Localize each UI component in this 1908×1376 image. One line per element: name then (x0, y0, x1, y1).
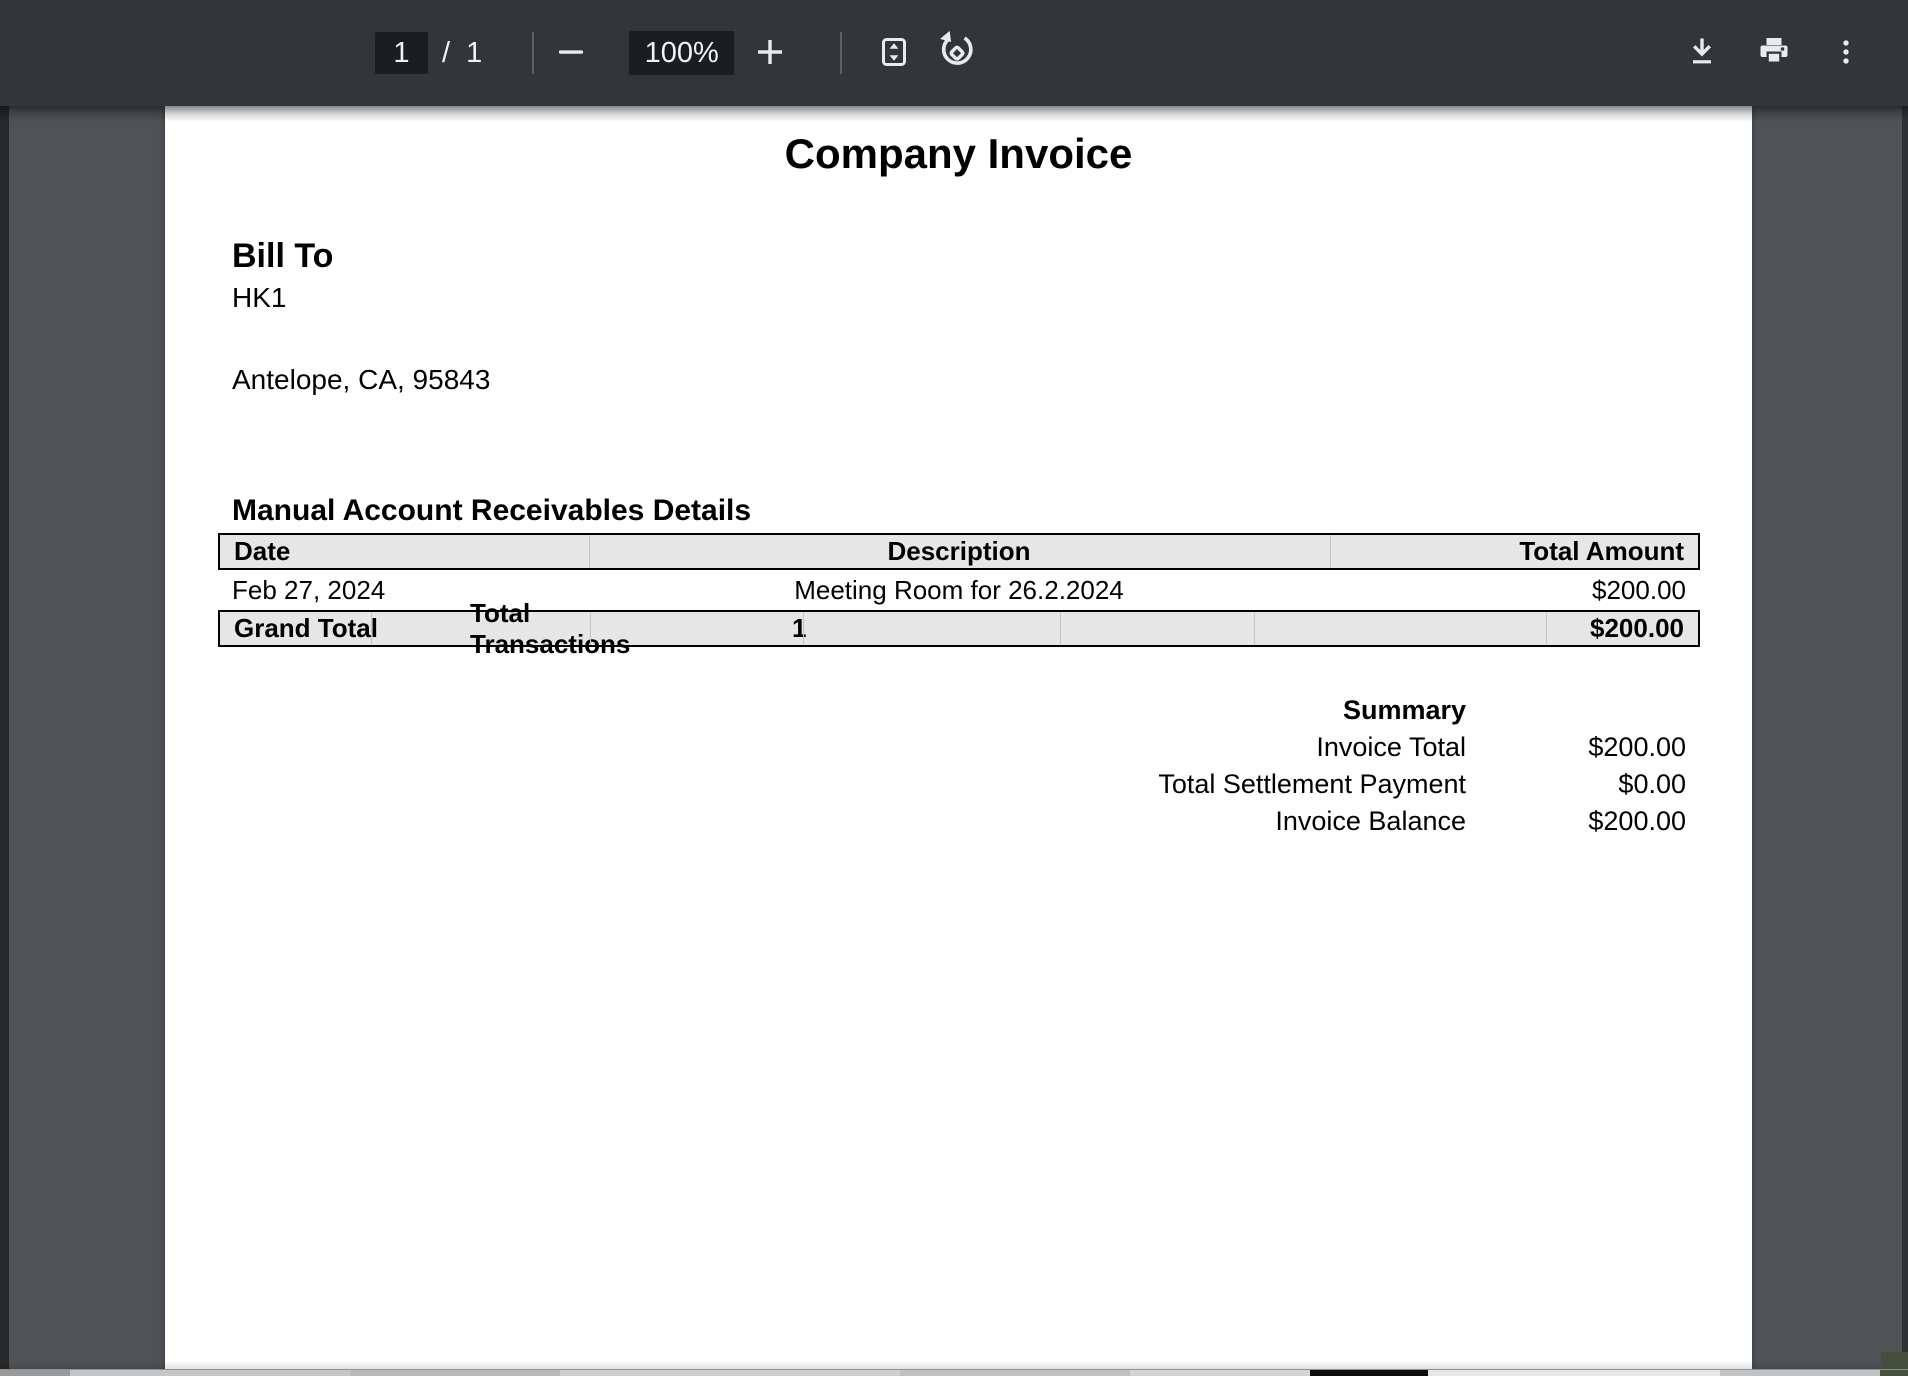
bill-to-section: Bill To HK1 Antelope, CA, 95843 (232, 236, 490, 400)
summary-row: Total Settlement Payment $0.00 (665, 766, 1686, 803)
viewer-left-edge (0, 106, 9, 1369)
bill-to-heading: Bill To (232, 236, 490, 277)
column-header-total-amount: Total Amount (1519, 535, 1684, 568)
summary-label: Total Settlement Payment (665, 769, 1466, 800)
download-icon (1682, 32, 1722, 75)
bill-to-address: Antelope, CA, 95843 (232, 359, 490, 400)
table-row: Feb 27, 2024 Meeting Room for 26.2.2024 … (218, 570, 1700, 610)
fit-page-button[interactable] (874, 33, 914, 73)
summary-heading-row: Summary (665, 692, 1686, 729)
more-options-button[interactable] (1826, 33, 1866, 73)
zoom-in-button[interactable] (750, 33, 790, 73)
summary-value: $200.00 (1466, 732, 1686, 763)
summary-value: $200.00 (1466, 806, 1686, 837)
document-viewport[interactable]: Company Invoice Bill To HK1 Antelope, CA… (0, 106, 1908, 1369)
page-count-separator: / (442, 37, 450, 70)
receivables-section-title: Manual Account Receivables Details (232, 494, 751, 528)
invoice-title: Company Invoice (165, 130, 1752, 178)
invoice-page: Company Invoice Bill To HK1 Antelope, CA… (165, 106, 1752, 1369)
print-button[interactable] (1754, 33, 1794, 73)
rotate-counterclockwise-button[interactable] (934, 30, 980, 76)
toolbar-action-buttons (1682, 0, 1866, 106)
pdf-viewer-window: / 1 100% (0, 0, 1908, 1376)
column-header-description: Description (220, 535, 1698, 568)
zoom-out-icon (551, 32, 591, 75)
zoom-out-button[interactable] (551, 33, 591, 73)
page-count-total: 1 (466, 37, 482, 70)
summary-label: Invoice Total (665, 732, 1466, 763)
grand-total-row: Grand Total Total Transactions 1 $200.00 (218, 610, 1700, 647)
summary-section: Summary Invoice Total $200.00 Total Sett… (665, 692, 1686, 840)
summary-label: Invoice Balance (665, 806, 1466, 837)
total-transactions-count: 1 (792, 612, 806, 645)
zoom-in-icon (750, 32, 790, 75)
viewer-right-edge (1902, 106, 1908, 1369)
summary-value: $0.00 (1466, 769, 1686, 800)
summary-heading: Summary (665, 695, 1466, 726)
grand-total-label: Grand Total (234, 612, 378, 645)
grand-total-amount: $200.00 (1590, 612, 1684, 645)
pdf-toolbar: / 1 100% (0, 0, 1908, 106)
bill-to-spacer (232, 318, 490, 359)
toolbar-page-zoom-controls: / 1 100% (375, 0, 980, 106)
summary-row: Invoice Balance $200.00 (665, 803, 1686, 840)
print-icon (1754, 32, 1794, 75)
download-button[interactable] (1682, 33, 1722, 73)
rotate-counterclockwise-icon (934, 29, 980, 78)
zoom-level-display[interactable]: 100% (629, 31, 734, 75)
more-options-icon (1826, 32, 1866, 75)
summary-row: Invoice Total $200.00 (665, 729, 1686, 766)
row-amount: $200.00 (1592, 570, 1686, 610)
table-header-row: Date Description Total Amount (218, 533, 1700, 570)
bill-to-name: HK1 (232, 277, 490, 318)
toolbar-divider (840, 32, 842, 74)
toolbar-divider (532, 32, 534, 74)
total-transactions-label: Total Transactions (470, 612, 670, 645)
row-description: Meeting Room for 26.2.2024 (218, 570, 1700, 610)
bottom-edge-artifact (0, 1369, 1908, 1376)
receivables-table: Date Description Total Amount Feb 27, 20… (218, 533, 1700, 647)
page-number-input[interactable] (375, 32, 428, 74)
fit-page-icon (874, 32, 914, 75)
